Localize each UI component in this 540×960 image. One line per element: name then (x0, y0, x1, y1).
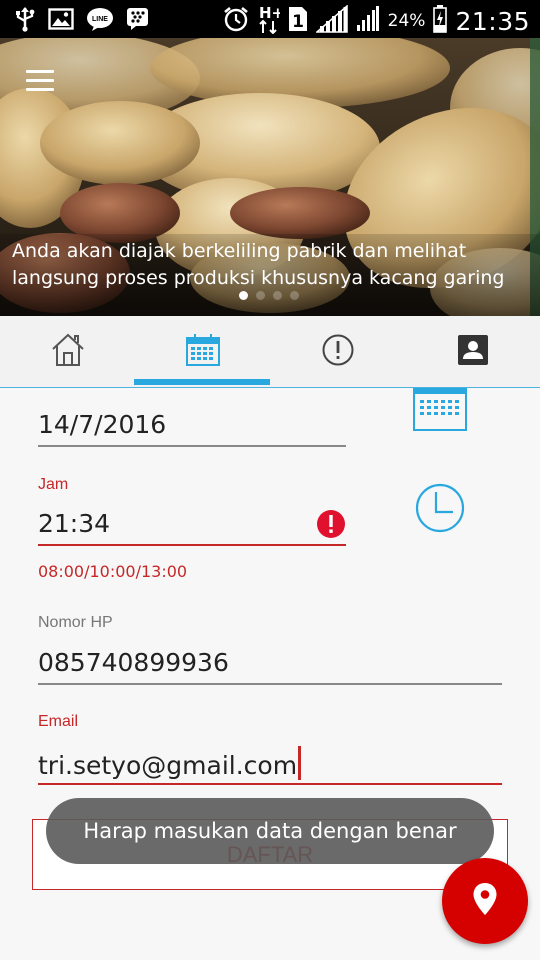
home-icon (50, 332, 86, 372)
svg-text:H+: H+ (259, 4, 280, 22)
carousel-indicator[interactable] (239, 291, 299, 300)
bbm-icon (126, 7, 150, 35)
time-input[interactable]: 21:34 (38, 509, 110, 538)
toast-message: Harap masukan data dengan benar (46, 798, 494, 864)
sim-1-icon: 1 (288, 6, 308, 36)
battery-percent: 24% (387, 11, 426, 31)
time-helper-text: 08:00/10:00/13:00 (38, 562, 188, 581)
status-bar: LINE H+ 1 24% 21:35 (0, 0, 540, 38)
location-fab-button[interactable] (442, 858, 528, 944)
date-input[interactable]: 14/7/2016 (38, 410, 166, 439)
alarm-icon (222, 5, 250, 37)
date-input-underline (38, 445, 346, 447)
tab-home[interactable] (0, 316, 135, 388)
hamburger-menu-icon[interactable] (26, 68, 58, 94)
time-picker-clock-icon[interactable] (414, 482, 466, 538)
date-picker-calendar-icon[interactable] (412, 388, 468, 436)
time-input-underline (38, 544, 346, 546)
carousel-dot[interactable] (256, 291, 265, 300)
clock: 21:35 (455, 6, 530, 36)
carousel-dot[interactable] (239, 291, 248, 300)
tab-schedule[interactable] (135, 316, 270, 388)
phone-input[interactable]: 085740899936 (38, 648, 229, 677)
hplus-data-icon: H+ (258, 4, 284, 38)
usb-icon (14, 6, 36, 36)
email-input-text: tri.setyo@gmail.com (38, 751, 298, 780)
tab-bar (0, 316, 540, 388)
signal-2-icon (356, 6, 380, 36)
gallery-icon (48, 8, 74, 34)
battery-charging-icon (433, 5, 448, 37)
info-icon (321, 333, 355, 371)
hero-banner[interactable]: Anda akan diajak berkeliling pabrik dan … (0, 38, 540, 316)
signal-icon (314, 4, 348, 37)
notification-icons: LINE (14, 6, 150, 36)
text-cursor (298, 746, 302, 780)
system-icons: H+ 1 24% 21:35 (222, 4, 530, 38)
svg-text:1: 1 (292, 12, 304, 32)
svg-text:LINE: LINE (92, 16, 108, 23)
carousel-dot[interactable] (290, 291, 299, 300)
tab-info[interactable] (270, 316, 405, 388)
active-tab-indicator (134, 379, 270, 385)
time-label: Jam (38, 476, 69, 493)
phone-input-underline (38, 683, 502, 685)
tab-contact[interactable] (405, 316, 540, 388)
email-input[interactable]: tri.setyo@gmail.com (38, 746, 302, 780)
error-alert-icon (316, 509, 346, 543)
carousel-dot[interactable] (273, 291, 282, 300)
phone-label: Nomor HP (38, 614, 113, 631)
line-app-icon: LINE (86, 7, 114, 35)
registration-form: 14/7/2016 Jam 21:34 08:00/10:00/13:00 No… (0, 388, 540, 960)
calendar-icon (185, 332, 221, 372)
email-label: Email (38, 713, 79, 730)
hero-caption: Anda akan diajak berkeliling pabrik dan … (12, 240, 505, 289)
email-input-underline (38, 783, 502, 785)
contact-card-icon (457, 334, 489, 370)
app-screen: LINE H+ 1 24% 21:35 Anda akan diajak ber… (0, 0, 540, 960)
location-pin-icon (472, 882, 498, 920)
